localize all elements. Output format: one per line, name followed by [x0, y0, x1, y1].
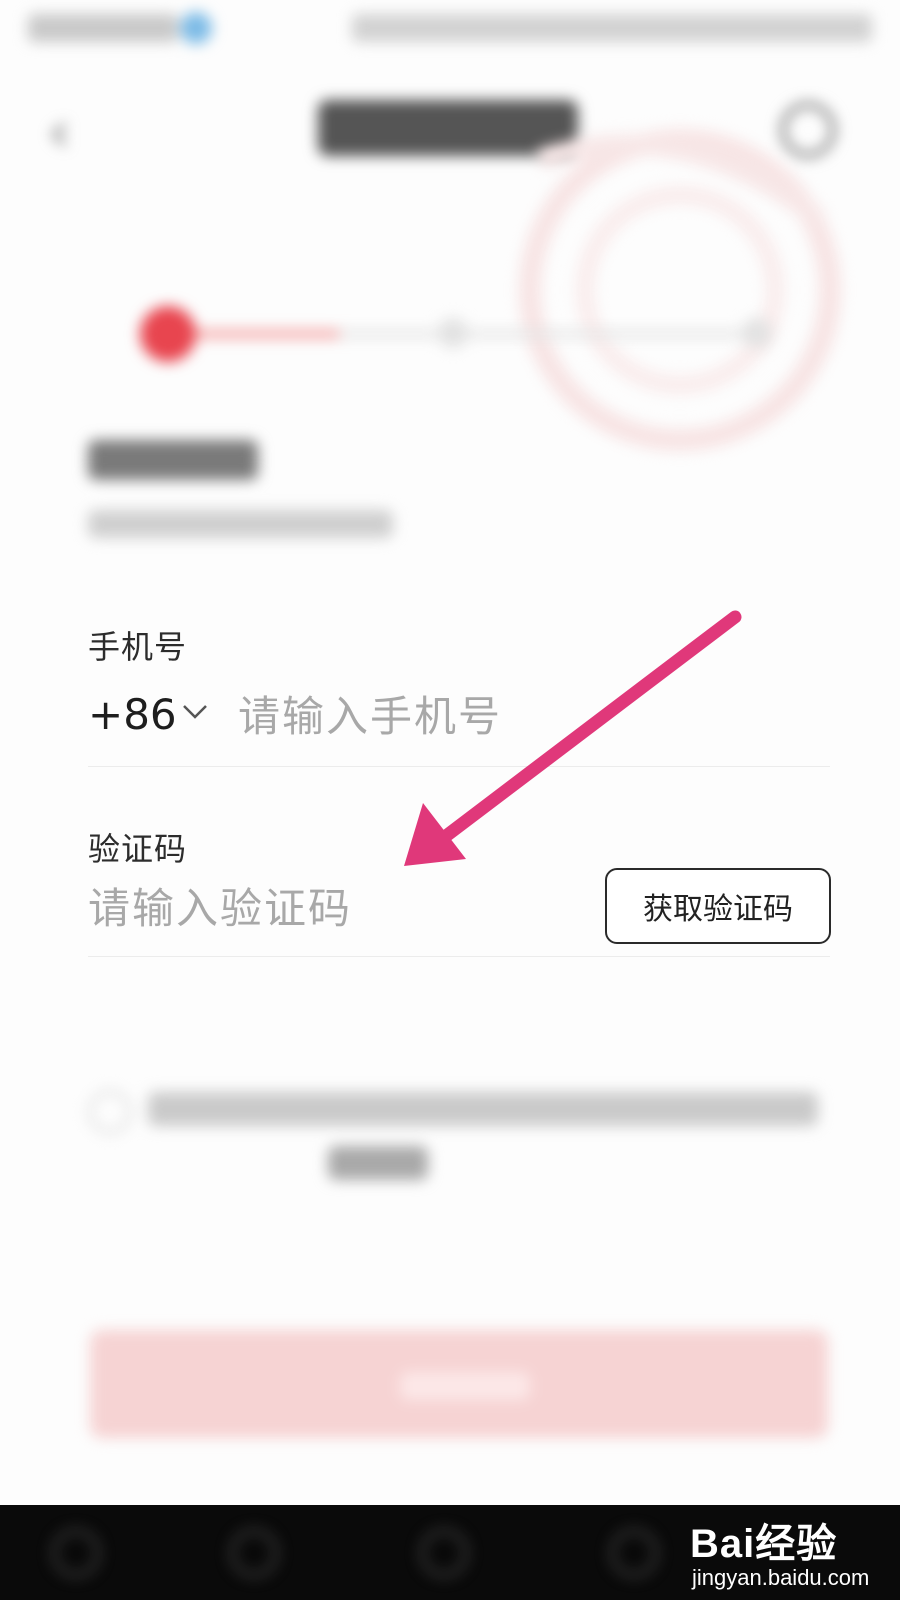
annotation-arrow-icon	[404, 610, 742, 866]
watermark-brand: Bai经验	[690, 1522, 838, 1566]
nav-recents-icon[interactable]	[610, 1529, 658, 1577]
watermark: Bai经验 jingyan.baidu.com	[688, 1505, 888, 1600]
nav-menu-icon[interactable]	[52, 1529, 100, 1577]
nav-home-icon[interactable]	[420, 1529, 468, 1577]
nav-back-icon[interactable]	[230, 1529, 278, 1577]
watermark-url: jingyan.baidu.com	[692, 1565, 870, 1590]
